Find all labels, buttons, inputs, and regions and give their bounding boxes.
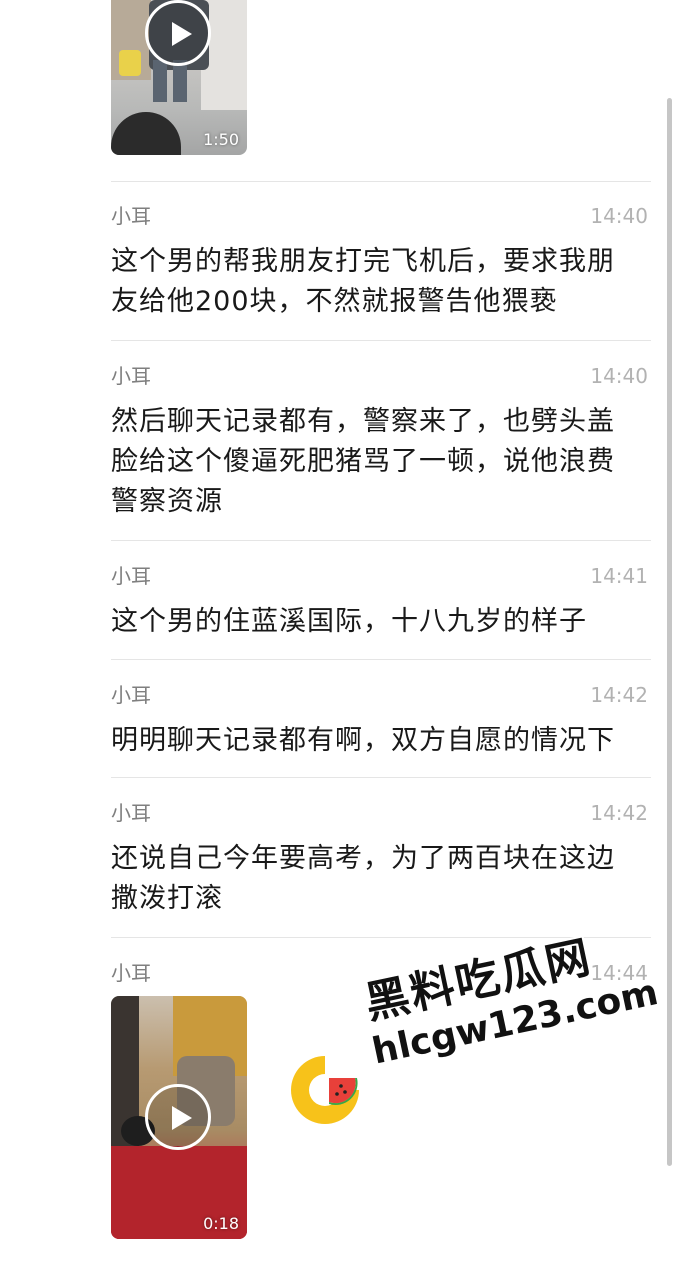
sender-name: 小耳	[111, 801, 151, 825]
sender-name: 小耳	[111, 204, 151, 228]
divider	[111, 540, 651, 541]
message-time: 14:42	[590, 683, 648, 707]
message-time: 14:42	[590, 801, 648, 825]
video-duration: 1:50	[203, 130, 239, 149]
message-text: 这个男的住蓝溪国际，十八九岁的样子	[111, 606, 587, 637]
sender-name: 小耳	[111, 961, 151, 985]
sender-name: 小耳	[111, 364, 151, 388]
video-thumbnail-2[interactable]: 0:18	[111, 996, 247, 1239]
message-item: 小耳 14:42 明明聊天记录都有啊，双方自愿的情况下	[111, 683, 651, 763]
message-item: 小耳 14:42 还说自己今年要高考，为了两百块在这边撒泼打滚	[111, 801, 651, 921]
divider	[111, 181, 651, 182]
message-text: 这个男的帮我朋友打完飞机后，要求我朋友给他200块，不然就报警告他猥亵	[111, 246, 615, 317]
video-duration: 0:18	[203, 1214, 239, 1233]
message-text: 明明聊天记录都有啊，双方自愿的情况下	[111, 725, 615, 756]
message-time: 14:40	[590, 364, 648, 388]
message-item: 小耳 14:40 然后聊天记录都有，警察来了，也劈头盖脸给这个傻逼死肥猪骂了一顿…	[111, 364, 651, 524]
divider	[111, 659, 651, 660]
message-item: 小耳 14:41 这个男的住蓝溪国际，十八九岁的样子	[111, 564, 651, 644]
divider	[111, 777, 651, 778]
play-icon[interactable]	[145, 0, 211, 66]
divider	[111, 340, 651, 341]
sender-name: 小耳	[111, 683, 151, 707]
message-item: 小耳 14:40 这个男的帮我朋友打完飞机后，要求我朋友给他200块，不然就报警…	[111, 204, 651, 324]
message-time: 14:40	[590, 204, 648, 228]
play-icon[interactable]	[145, 1084, 211, 1150]
scrollbar[interactable]	[667, 98, 672, 1166]
chat-record-page: 1:50 小耳 14:40 这个男的帮我朋友打完飞机后，要求我朋友给他200块，…	[0, 0, 678, 1280]
watermark-logo-icon	[291, 1056, 359, 1124]
message-text: 然后聊天记录都有，警察来了，也劈头盖脸给这个傻逼死肥猪骂了一顿，说他浪费警察资源	[111, 406, 615, 517]
message-text: 还说自己今年要高考，为了两百块在这边撒泼打滚	[111, 843, 615, 914]
watermark: 黑料吃瓜网 hlcgw123.com	[285, 932, 662, 1140]
message-time: 14:41	[590, 564, 648, 588]
sender-name: 小耳	[111, 564, 151, 588]
video-thumbnail-1[interactable]: 1:50	[111, 0, 247, 155]
